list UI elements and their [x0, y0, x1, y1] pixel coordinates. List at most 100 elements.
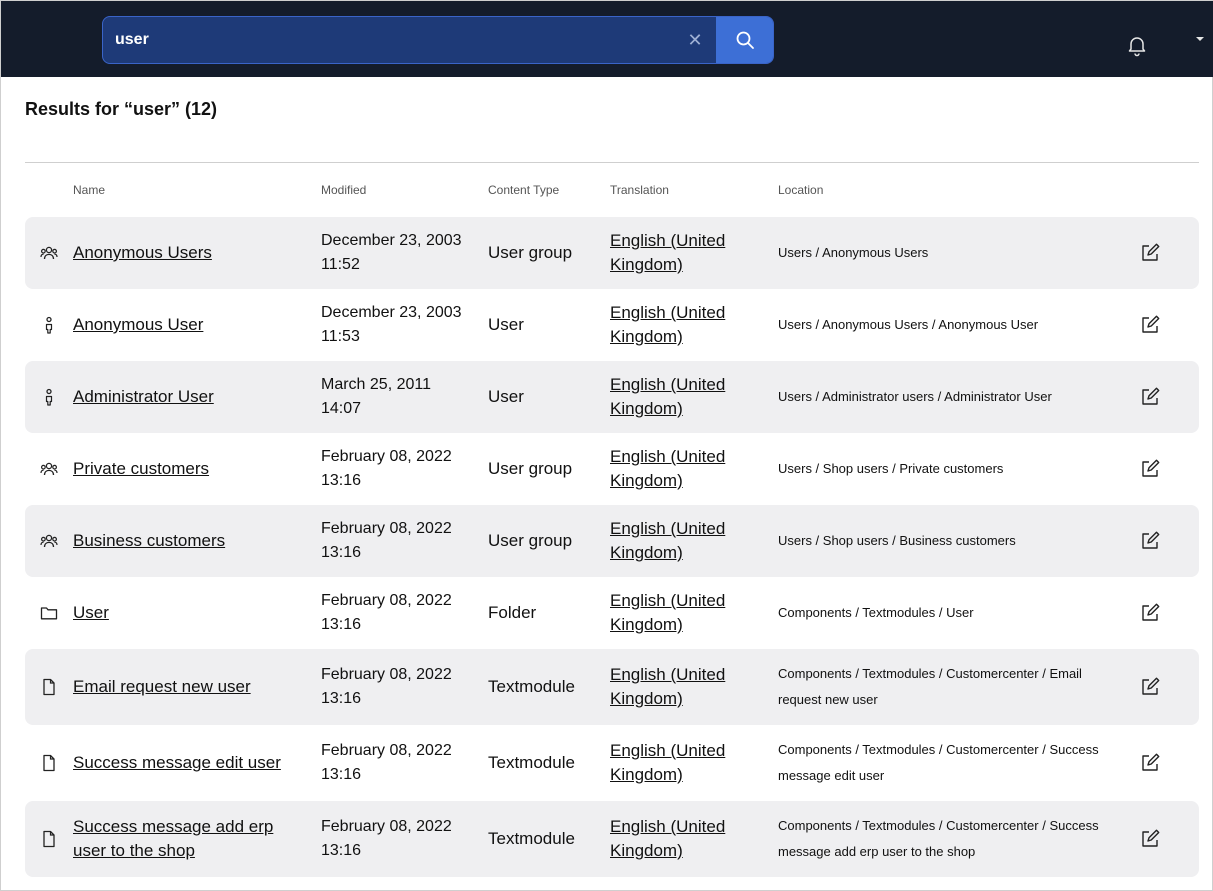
translation-link[interactable]: English (United Kingdom): [610, 739, 760, 787]
row-modified: March 25, 2011 14:07: [321, 376, 431, 417]
row-name: Success message edit user: [73, 725, 303, 801]
row-name: Anonymous User: [73, 289, 303, 361]
row-name-link[interactable]: Administrator User: [73, 385, 214, 409]
edit-icon: [1140, 531, 1160, 551]
row-location: Users / Shop users / Private customers: [778, 461, 1004, 476]
edit-button[interactable]: [1137, 801, 1163, 877]
user-group-icon: [37, 433, 61, 505]
row-location: Users / Administrator users / Administra…: [778, 389, 1052, 404]
row-name-link[interactable]: Anonymous User: [73, 313, 203, 337]
table-row: Business customers February 08, 2022 13:1…: [25, 505, 1199, 577]
row-modified: February 08, 2022 13:16: [321, 448, 452, 489]
column-header-content-type[interactable]: Content Type: [488, 183, 559, 197]
column-header-modified[interactable]: Modified: [321, 183, 366, 197]
row-content-type: User group: [488, 243, 573, 262]
search-bar: ✕: [102, 16, 774, 64]
row-location: Components / Textmodules / User: [778, 605, 974, 620]
caret-down-icon[interactable]: [1194, 34, 1206, 44]
row-name: Administrator User: [73, 361, 303, 433]
row-name: User: [73, 577, 303, 649]
table-row: Email request new user February 08, 2022 …: [25, 649, 1199, 725]
column-header-translation[interactable]: Translation: [610, 183, 669, 197]
user-group-icon: [37, 505, 61, 577]
results-title: Results for “user” (12): [25, 99, 218, 119]
document-icon: [37, 649, 61, 725]
row-name: Email request new user: [73, 649, 303, 725]
row-modified: February 08, 2022 13:16: [321, 818, 452, 859]
row-content-type: User: [488, 315, 524, 334]
table-row: Administrator User March 25, 2011 14:07 Us…: [25, 361, 1199, 433]
user-group-icon: [37, 217, 61, 289]
edit-button[interactable]: [1137, 577, 1163, 649]
folder-icon: [37, 577, 61, 649]
translation-link[interactable]: English (United Kingdom): [610, 373, 760, 421]
row-name: Business customers: [73, 505, 303, 577]
user-icon: [37, 361, 61, 433]
row-content-type: Textmodule: [488, 753, 575, 772]
search-input[interactable]: [103, 17, 713, 63]
row-location: Users / Shop users / Business customers: [778, 533, 1016, 548]
row-translation: English (United Kingdom): [610, 361, 760, 433]
edit-icon: [1140, 829, 1160, 849]
row-name-link[interactable]: Private customers: [73, 457, 209, 481]
row-translation: English (United Kingdom): [610, 289, 760, 361]
row-name: Anonymous Users: [73, 217, 303, 289]
row-name-link[interactable]: User: [73, 601, 109, 625]
translation-link[interactable]: English (United Kingdom): [610, 445, 760, 493]
row-name-link[interactable]: Anonymous Users: [73, 241, 212, 265]
edit-icon: [1140, 603, 1160, 623]
column-header-name[interactable]: Name: [73, 183, 105, 197]
search-button[interactable]: [716, 17, 773, 63]
row-translation: English (United Kingdom): [610, 217, 760, 289]
search-icon: [736, 31, 754, 49]
row-name-link[interactable]: Success message add erp user to the shop: [73, 815, 303, 863]
row-content-type: User group: [488, 459, 573, 478]
translation-link[interactable]: English (United Kingdom): [610, 663, 760, 711]
row-content-type: User: [488, 387, 524, 406]
row-name: Success message add erp user to the shop: [73, 801, 303, 877]
bell-icon[interactable]: [1125, 33, 1149, 57]
edit-button[interactable]: [1137, 433, 1163, 505]
translation-link[interactable]: English (United Kingdom): [610, 301, 760, 349]
row-content-type: Textmodule: [488, 829, 575, 848]
row-modified: February 08, 2022 13:16: [321, 742, 452, 783]
row-translation: English (United Kingdom): [610, 801, 760, 877]
row-name-link[interactable]: Email request new user: [73, 675, 251, 699]
document-icon: [37, 801, 61, 877]
row-translation: English (United Kingdom): [610, 433, 760, 505]
edit-button[interactable]: [1137, 361, 1163, 433]
row-modified: December 23, 2003 11:53: [321, 304, 462, 345]
edit-button[interactable]: [1137, 505, 1163, 577]
close-icon[interactable]: ✕: [685, 30, 705, 50]
edit-icon: [1140, 459, 1160, 479]
row-modified: February 08, 2022 13:16: [321, 666, 452, 707]
edit-button[interactable]: [1137, 289, 1163, 361]
translation-link[interactable]: English (United Kingdom): [610, 589, 760, 637]
table-header: Name Modified Content Type Translation L…: [25, 181, 1199, 201]
row-modified: February 08, 2022 13:16: [321, 520, 452, 561]
row-translation: English (United Kingdom): [610, 577, 760, 649]
translation-link[interactable]: English (United Kingdom): [610, 517, 760, 565]
edit-button[interactable]: [1137, 217, 1163, 289]
top-bar: ✕: [1, 1, 1213, 77]
edit-icon: [1140, 315, 1160, 335]
row-location: Components / Textmodules / Customercente…: [778, 742, 1099, 783]
translation-link[interactable]: English (United Kingdom): [610, 815, 760, 863]
row-content-type: Textmodule: [488, 677, 575, 696]
row-location: Users / Anonymous Users: [778, 245, 929, 260]
row-location: Components / Textmodules / Customercente…: [778, 666, 1082, 707]
table-row: Anonymous Users December 23, 2003 11:52 Us…: [25, 217, 1199, 289]
row-name-link[interactable]: Success message edit user: [73, 751, 281, 775]
row-name: Private customers: [73, 433, 303, 505]
edit-button[interactable]: [1137, 725, 1163, 801]
divider: [25, 162, 1199, 163]
row-modified: February 08, 2022 13:16: [321, 592, 452, 633]
row-name-link[interactable]: Business customers: [73, 529, 225, 553]
translation-link[interactable]: English (United Kingdom): [610, 229, 760, 277]
edit-button[interactable]: [1137, 649, 1163, 725]
row-content-type: User group: [488, 531, 573, 550]
table-row: Private customers February 08, 2022 13:16…: [25, 433, 1199, 505]
edit-icon: [1140, 753, 1160, 773]
row-modified: December 23, 2003 11:52: [321, 232, 462, 273]
row-location: Users / Anonymous Users / Anonymous User: [778, 317, 1039, 332]
